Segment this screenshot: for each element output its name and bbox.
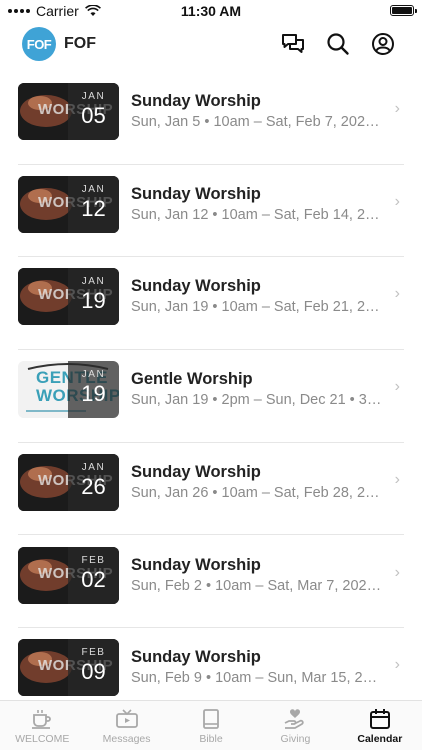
event-title: Sunday Worship [131, 184, 261, 203]
event-datetime: Sun, Feb 2 • 10am – Sat, Mar 7, 2026 • 3… [131, 577, 385, 594]
profile-button[interactable] [370, 31, 396, 57]
status-bar: Carrier 11:30 AM [0, 0, 422, 22]
date-day: 12 [81, 195, 106, 221]
status-time: 11:30 AM [180, 3, 242, 19]
event-datetime: Sun, Jan 19 • 2pm – Sun, Dec 21 • 3pm [131, 392, 385, 409]
event-title: Sunday Worship [131, 92, 261, 110]
event-title: Sunday Worship [131, 462, 261, 481]
event-datetime: Sun, Jan 26 • 10am – Sat, Feb 28, 2026 •… [131, 484, 385, 501]
event-title: Sunday Worship [131, 555, 261, 574]
tab-label: Calendar [357, 733, 403, 745]
event-datetime: Sun, Feb 9 • 10am – Sun, Mar 15, 2026 • … [131, 670, 385, 687]
event-datetime: Sun, Jan 5 • 10am – Sat, Feb 7, 2026 • 3… [131, 114, 385, 130]
chevron-right-icon: › [394, 563, 400, 581]
event-title: Sunday Worship [131, 648, 261, 667]
coffee-icon [30, 708, 54, 730]
chevron-right-icon: › [394, 378, 400, 396]
chevron-right-icon: › [394, 100, 400, 117]
date-badge: JAN 05 [68, 83, 119, 140]
chat-icon [282, 34, 304, 53]
date-day: 09 [81, 659, 106, 685]
date-badge: FEB 02 [68, 546, 119, 604]
tab-label: WELCOME [15, 733, 70, 745]
tab-messages[interactable]: Messages [84, 701, 168, 750]
date-month: FEB [81, 647, 106, 659]
event-row[interactable]: WORSHIP JAN 26 Sunday Worship Sun, Jan 2… [0, 443, 422, 536]
date-badge: JAN 19 [68, 268, 119, 326]
chat-button[interactable] [280, 31, 306, 57]
date-month: JAN [81, 461, 106, 473]
tab-label: Messages [102, 733, 151, 745]
battery-icon [390, 5, 417, 16]
date-day: 05 [81, 103, 106, 128]
tab-giving[interactable]: Giving [253, 701, 337, 750]
tab-bible[interactable]: Bible [169, 701, 253, 750]
tab-label: Giving [280, 733, 311, 745]
date-day: 02 [81, 566, 106, 592]
search-icon [327, 33, 349, 55]
date-day: 19 [81, 288, 106, 314]
chevron-right-icon: › [394, 285, 400, 303]
date-badge: JAN 26 [68, 453, 119, 511]
date-badge: JAN 19 [68, 361, 119, 419]
date-day: 26 [81, 473, 106, 499]
date-badge: FEB 09 [68, 639, 119, 697]
app-header: FOF FOF [0, 22, 422, 72]
app-name: FOF [64, 35, 96, 52]
event-row[interactable]: WORSHIP JAN 12 Sunday Worship Sun, Jan 1… [0, 165, 422, 258]
search-button[interactable] [325, 31, 351, 57]
date-month: JAN [81, 369, 106, 381]
chevron-right-icon: › [394, 656, 400, 674]
tv-icon [115, 708, 139, 730]
date-month: JAN [81, 91, 106, 102]
chevron-right-icon: › [394, 470, 400, 488]
book-icon [199, 708, 223, 730]
app-logo[interactable]: FOF [22, 27, 56, 61]
calendar-icon [368, 708, 392, 730]
date-day: 19 [81, 381, 106, 407]
chevron-right-icon: › [394, 192, 400, 210]
tab-bar: WELCOME Messages Bible Giving Calendar [0, 700, 422, 750]
event-row[interactable]: GENTLE WORSHIP JAN 19 Gentle Worship Sun… [0, 350, 422, 443]
event-datetime: Sun, Jan 19 • 10am – Sat, Feb 21, 2026 •… [131, 299, 385, 316]
event-row[interactable]: WORSHIP FEB 09 Sunday Worship Sun, Feb 9… [0, 628, 422, 700]
event-row[interactable]: WORSHIP JAN 19 Sunday Worship Sun, Jan 1… [0, 257, 422, 351]
tab-welcome[interactable]: WELCOME [0, 701, 84, 750]
event-row[interactable]: WORSHIP JAN 05 Sunday Worship Sun, Jan 5… [0, 72, 422, 165]
event-row[interactable]: WORSHIP FEB 02 Sunday Worship Sun, Feb 2… [0, 536, 422, 629]
date-month: JAN [81, 276, 106, 288]
hand-heart-icon [283, 708, 307, 730]
event-title: Gentle Worship [131, 370, 253, 389]
event-title: Sunday Worship [131, 277, 261, 296]
date-badge: JAN 12 [68, 175, 119, 233]
date-month: JAN [81, 183, 106, 195]
events-list[interactable]: WORSHIP JAN 05 Sunday Worship Sun, Jan 5… [0, 72, 422, 700]
event-datetime: Sun, Jan 12 • 10am – Sat, Feb 14, 2026 •… [131, 206, 385, 223]
user-circle-icon [372, 33, 394, 55]
tab-calendar[interactable]: Calendar [338, 701, 422, 750]
date-month: FEB [81, 554, 106, 566]
tab-label: Bible [199, 733, 223, 745]
